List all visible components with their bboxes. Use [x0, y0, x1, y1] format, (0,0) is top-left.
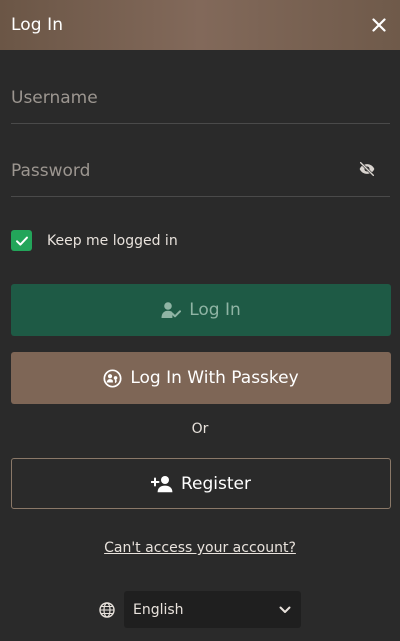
- login-button[interactable]: Log In: [11, 284, 391, 336]
- username-input[interactable]: [11, 72, 390, 123]
- passkey-button-label: Log In With Passkey: [130, 368, 299, 388]
- remember-me-row: Keep me logged in: [11, 230, 178, 251]
- or-separator: Or: [191, 421, 209, 437]
- checkmark-icon: [15, 236, 28, 246]
- passkey-icon: [103, 368, 122, 388]
- password-input[interactable]: [11, 145, 390, 196]
- user-plus-icon: [151, 475, 173, 492]
- language-select[interactable]: English: [124, 591, 301, 628]
- passkey-login-button[interactable]: Log In With Passkey: [11, 352, 391, 404]
- chevron-down-icon: [279, 606, 291, 613]
- password-visibility-toggle[interactable]: [358, 160, 376, 178]
- globe-icon: [99, 601, 115, 618]
- remember-me-checkbox[interactable]: [11, 230, 32, 251]
- login-button-label: Log In: [189, 300, 241, 320]
- close-icon: [372, 18, 386, 32]
- eye-slash-icon: [359, 161, 375, 177]
- remember-me-label: Keep me logged in: [47, 232, 178, 249]
- username-field-wrapper: [11, 72, 390, 124]
- language-selected-value: English: [133, 601, 184, 618]
- header-bar: Log In: [0, 0, 400, 50]
- close-button[interactable]: [369, 15, 389, 35]
- register-button[interactable]: Register: [11, 458, 391, 509]
- register-button-label: Register: [181, 473, 251, 494]
- language-selector-row: English: [99, 591, 301, 628]
- cant-access-account-link[interactable]: Can't access your account?: [0, 540, 400, 556]
- password-field-wrapper: [11, 145, 390, 197]
- user-check-icon: [161, 302, 182, 318]
- page-title: Log In: [11, 15, 64, 35]
